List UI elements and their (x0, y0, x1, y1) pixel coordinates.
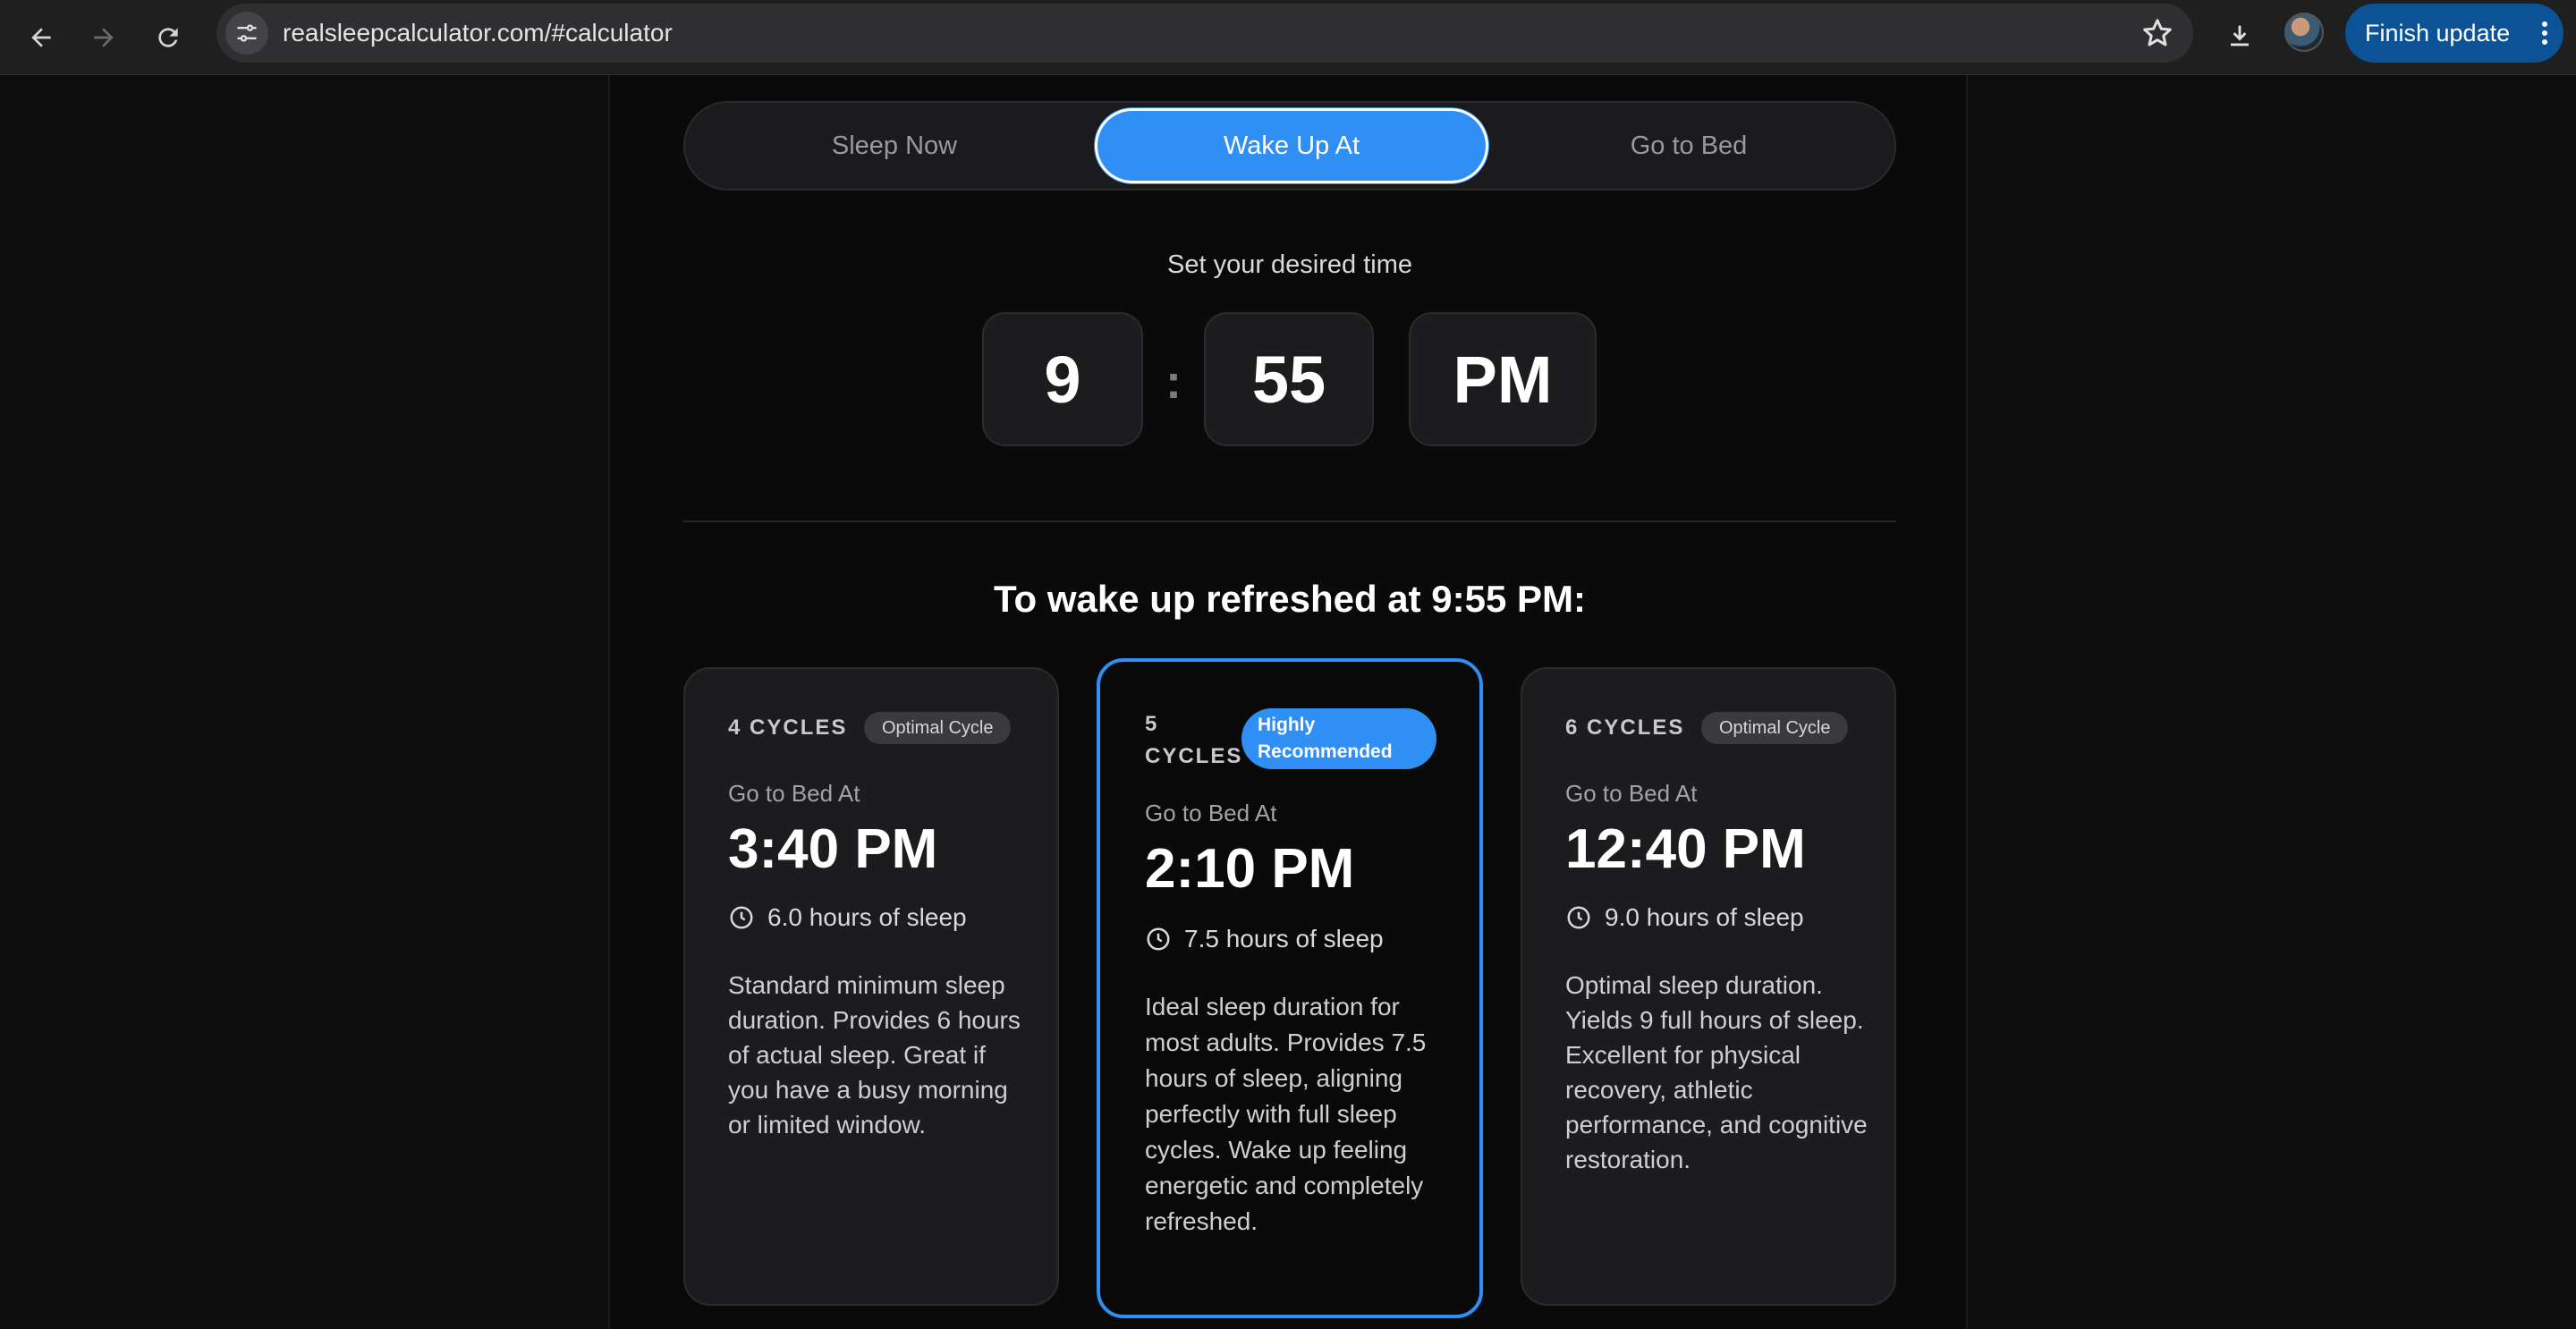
bedtime-value: 3:40 PM (728, 818, 938, 880)
address-bar[interactable]: realsleepcalculator.com/#calculator (216, 4, 2193, 63)
card-description: Optimal sleep duration. Yields 9 full ho… (1565, 971, 1868, 1173)
site-settings-icon[interactable] (225, 12, 268, 55)
period-toggle[interactable]: PM (1409, 312, 1597, 446)
results-heading: To wake up refreshed at 9:55 PM: (993, 578, 1587, 620)
result-card-5-cycles[interactable]: 5 CYCLES Highly Recommended Go to Bed At… (1097, 658, 1483, 1318)
url-text[interactable]: realsleepcalculator.com/#calculator (283, 19, 673, 47)
profile-avatar[interactable] (2284, 13, 2324, 52)
download-icon[interactable] (2215, 11, 2265, 61)
card-description: Ideal sleep duration for most adults. Pr… (1145, 993, 1427, 1235)
result-card-6-cycles[interactable]: 6 CYCLES Optimal Cycle Go to Bed At 12:4… (1521, 667, 1896, 1306)
clock-icon (1567, 906, 1590, 929)
clock-icon (1147, 927, 1170, 951)
bedtime-value: 2:10 PM (1145, 838, 1355, 900)
time-picker-label: Set your desired time (1166, 250, 1412, 279)
finish-update-label: Finish update (2365, 19, 2511, 47)
bedtime-label: Go to Bed At (1145, 800, 1277, 826)
hour-input[interactable]: 9 (982, 312, 1143, 446)
bookmark-star-icon[interactable] (2140, 15, 2175, 51)
section-divider (683, 521, 1896, 522)
sleep-hours-text: 6.0 hours of sleep (767, 903, 967, 931)
cycle-count: 5 CYCLES (1145, 712, 1243, 768)
clock-icon (730, 906, 753, 929)
sleep-hours-text: 9.0 hours of sleep (1605, 903, 1804, 931)
cycle-count: 4 CYCLES (728, 715, 848, 740)
forward-arrow-icon[interactable] (77, 11, 131, 64)
calculator-panel: Sleep Now Wake Up At Go to Bed Set your … (608, 75, 1968, 1329)
result-card-4-cycles[interactable]: 4 CYCLES Optimal Cycle Go to Bed At 3:40… (683, 667, 1059, 1306)
bedtime-value: 12:40 PM (1565, 818, 1806, 880)
sleep-hours: 6.0 hours of sleep (728, 903, 967, 932)
time-separator: : (1165, 355, 1182, 409)
minute-input[interactable]: 55 (1204, 312, 1374, 446)
recommended-badge: Highly Recommended (1241, 708, 1436, 769)
card-description: Standard minimum sleep duration. Provide… (728, 971, 1021, 1139)
reload-icon[interactable] (141, 11, 195, 64)
browser-toolbar: realsleepcalculator.com/#calculator Fini… (0, 0, 2576, 75)
more-vert-icon[interactable] (2542, 21, 2547, 45)
back-arrow-icon[interactable] (14, 11, 68, 64)
bedtime-label: Go to Bed At (728, 780, 860, 807)
sleep-hours-text: 7.5 hours of sleep (1184, 925, 1384, 952)
bedtime-label: Go to Bed At (1565, 780, 1698, 807)
cycle-badge: Optimal Cycle (1701, 712, 1849, 744)
finish-update-button[interactable]: Finish update (2345, 4, 2563, 63)
cycle-count: 6 CYCLES (1565, 715, 1685, 740)
mode-tabs: Sleep Now Wake Up At Go to Bed (683, 101, 1896, 190)
sleep-hours: 9.0 hours of sleep (1565, 903, 1804, 932)
tab-go-to-bed[interactable]: Go to Bed (1492, 108, 1885, 183)
tab-wake-up-at[interactable]: Wake Up At (1095, 108, 1488, 183)
tab-sleep-now[interactable]: Sleep Now (698, 108, 1091, 183)
sleep-hours: 7.5 hours of sleep (1145, 925, 1384, 953)
cycle-badge: Optimal Cycle (864, 712, 1012, 744)
